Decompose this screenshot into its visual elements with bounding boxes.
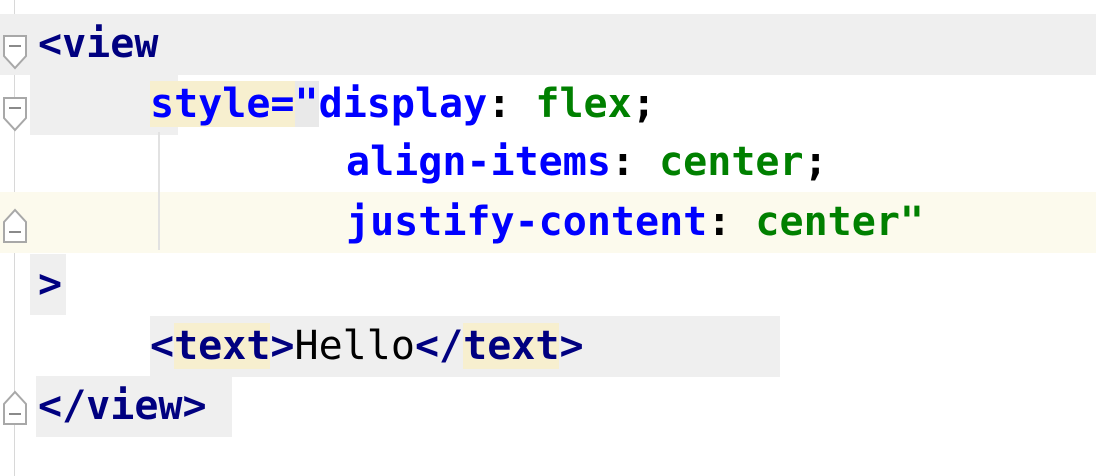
line-1-highlight	[0, 14, 1096, 75]
tag-end-open-bracket: </	[414, 323, 464, 369]
code-editor[interactable]: <view style="display: flex; align-items:…	[0, 0, 1096, 476]
css-value: flex	[511, 81, 632, 127]
code-line-3[interactable]: align-items: center;	[346, 132, 828, 193]
fold-close-icon[interactable]	[2, 390, 28, 425]
tag-name: text	[174, 323, 271, 369]
tag-close-bracket: >	[182, 383, 207, 429]
css-value: center	[635, 139, 804, 185]
css-semicolon: ;	[803, 139, 828, 185]
css-semicolon: ;	[631, 81, 656, 127]
tag-end-open-bracket: </	[38, 383, 87, 429]
tag-name: view	[86, 383, 183, 429]
tag-close-bracket: >	[270, 323, 295, 369]
code-line-4[interactable]: justify-content: center"	[346, 192, 924, 253]
code-line-6[interactable]: <text>Hello</text>	[150, 316, 584, 377]
fold-open-icon[interactable]	[2, 96, 28, 132]
code-line-7[interactable]: </view>	[38, 376, 207, 437]
attribute-equals: =	[270, 81, 295, 127]
css-property: justify-content	[346, 199, 708, 245]
code-line-5[interactable]: >	[38, 254, 62, 315]
css-colon: :	[610, 139, 635, 185]
tag-open-bracket: <	[38, 21, 63, 67]
indent-guide	[158, 132, 160, 250]
code-line-2[interactable]: style="display: flex;	[150, 74, 656, 135]
tag-name: view	[62, 21, 159, 67]
css-property: display	[318, 81, 488, 127]
attribute-quote: "	[294, 81, 319, 127]
attribute-close-quote: "	[899, 199, 924, 245]
css-value: center	[731, 199, 900, 245]
tag-open-bracket: <	[150, 323, 175, 369]
attribute-name: style	[150, 81, 271, 127]
tag-close-bracket: >	[559, 323, 584, 369]
fold-close-icon[interactable]	[2, 208, 28, 243]
tag-close-bracket: >	[38, 261, 63, 307]
text-content: Hello	[294, 323, 415, 369]
css-property: align-items	[346, 139, 611, 185]
tag-name: text	[463, 323, 560, 369]
css-colon: :	[707, 199, 732, 245]
fold-open-icon[interactable]	[2, 34, 28, 70]
css-colon: :	[487, 81, 512, 127]
code-line-1[interactable]: <view	[38, 14, 158, 75]
